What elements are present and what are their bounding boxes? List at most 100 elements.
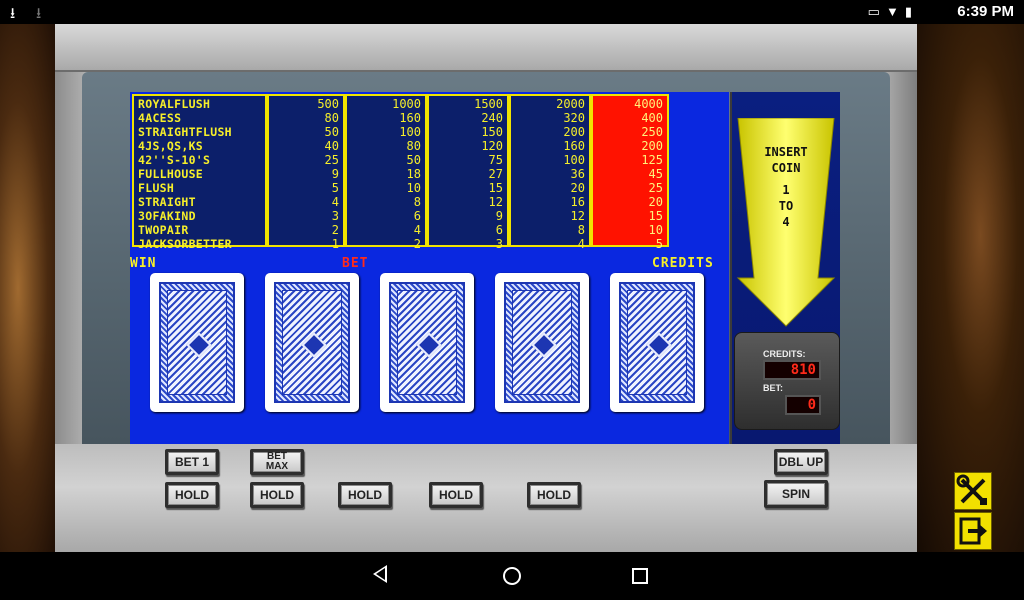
- wifi-icon: ▼: [885, 4, 905, 19]
- paytable-payout: 45: [648, 167, 663, 181]
- paytable-column-bet2: 1000 160 100 80 50 18 10 8 6 4 2: [345, 94, 427, 251]
- paytable-payout: 2: [331, 223, 339, 237]
- hold-button-2[interactable]: HOLD: [250, 482, 304, 508]
- card-4[interactable]: [495, 273, 589, 412]
- paytable-payout: 500: [317, 97, 339, 111]
- paytable-payout: 9: [495, 209, 503, 223]
- credits-label: CREDITS: [652, 256, 714, 271]
- paytable-payout: 15: [488, 181, 503, 195]
- hold-button-1[interactable]: HOLD: [165, 482, 219, 508]
- bet-max-button[interactable]: BET MAX: [250, 449, 304, 475]
- paytable-payout: 4: [413, 223, 421, 237]
- card-3[interactable]: [380, 273, 474, 412]
- home-icon[interactable]: [503, 567, 521, 585]
- win-label: WIN: [130, 256, 157, 271]
- battery-icon: ▮: [904, 4, 918, 19]
- paytable-payout: 12: [488, 195, 503, 209]
- paytable-payout: 12: [570, 209, 585, 223]
- side-panel: INSERT COIN 1 TO 4 CREDITS: 810 BET: 0: [730, 92, 840, 446]
- paytable-payout: 1000: [392, 97, 421, 111]
- paytable-payout: 2: [413, 237, 421, 251]
- insert-coin-text: INSERT COIN 1 TO 4: [736, 144, 836, 230]
- paytable-hand-name: STRAIGHT: [138, 195, 196, 209]
- paytable-payout: 5: [331, 181, 339, 195]
- paytable-payout: 50: [324, 125, 339, 139]
- paytable-payout: 9: [331, 167, 339, 181]
- exit-icon: [959, 517, 987, 545]
- spin-button[interactable]: SPIN: [764, 480, 828, 508]
- paytable-payout: 75: [488, 153, 503, 167]
- paytable-payout: 4000: [634, 97, 663, 111]
- paytable-payout: 100: [563, 153, 585, 167]
- paytable-payout: 125: [641, 153, 663, 167]
- clock: 6:39 PM: [957, 3, 1014, 20]
- card-1[interactable]: [150, 273, 244, 412]
- bet-meter-label: BET:: [763, 383, 783, 393]
- paytable-hand-name: 3OFAKIND: [138, 209, 196, 223]
- system-icons: ▭▼▮: [868, 4, 918, 20]
- paytable-payout: 160: [399, 111, 421, 125]
- bet-label: BET: [342, 256, 369, 271]
- card-2[interactable]: [265, 273, 359, 412]
- paytable-payout: 200: [641, 139, 663, 153]
- paytable-payout: 150: [481, 125, 503, 139]
- paytable-payout: 400: [641, 111, 663, 125]
- download-icon: ⭳: [10, 5, 16, 22]
- paytable-hand-name: 4ACESS: [138, 111, 182, 125]
- double-up-button[interactable]: DBL UP: [774, 449, 828, 475]
- insert-coin-arrow: INSERT COIN 1 TO 4: [736, 117, 836, 328]
- paytable-payout: 40: [324, 139, 339, 153]
- paytable-payout: 3: [331, 209, 339, 223]
- paytable-payout: 8: [413, 195, 421, 209]
- paytable-payout: 100: [399, 125, 421, 139]
- hold-button-4[interactable]: HOLD: [429, 482, 483, 508]
- paytable-payout: 25: [648, 181, 663, 195]
- paytable-column-bet1: 500 80 50 40 25 9 5 4 3 2 1: [267, 94, 345, 251]
- paytable-payout: 25: [324, 153, 339, 167]
- paytable-payout: 250: [641, 125, 663, 139]
- cast-icon: ▭: [867, 4, 886, 19]
- tools-icon: [956, 474, 987, 505]
- paytable-payout: 4: [577, 237, 585, 251]
- exit-button[interactable]: [954, 512, 992, 550]
- paytable-payout: 200: [563, 125, 585, 139]
- bet-meter-value: 0: [785, 395, 821, 415]
- paytable-payout: 1500: [474, 97, 503, 111]
- paytable-hand-name: FLUSH: [138, 181, 175, 195]
- paytable-payout: 20: [648, 195, 663, 209]
- hold-button-3[interactable]: HOLD: [338, 482, 392, 508]
- paytable-payout: 120: [481, 139, 503, 153]
- paytable-column-bet4: 2000 320 200 160 100 36 20 16 12 8 4: [509, 94, 591, 251]
- download-icon: ⭳: [36, 5, 42, 22]
- paytable-payout: 27: [488, 167, 503, 181]
- recent-apps-icon[interactable]: [632, 568, 648, 584]
- status-bar: ⭳ ⭳ ▭▼▮ 6:39 PM: [0, 0, 1024, 24]
- paytable-payout: 320: [563, 111, 585, 125]
- back-icon[interactable]: [373, 565, 387, 583]
- paytable-payout: 15: [648, 209, 663, 223]
- meter-panel: CREDITS: 810 BET: 0: [734, 332, 840, 430]
- paytable-payout: 4: [331, 195, 339, 209]
- game-screen: ROYALFLUSH 4ACESS STRAIGHTFLUSH 4JS,QS,KS 42…: [130, 92, 729, 446]
- casino-background-left: [0, 24, 60, 552]
- paytable-payout: 160: [563, 139, 585, 153]
- paytable-payout: 1: [331, 237, 339, 251]
- insert-coin-line2: COIN: [771, 161, 801, 175]
- bet-1-button[interactable]: BET 1: [165, 449, 219, 475]
- settings-tools-button[interactable]: [954, 472, 992, 510]
- paytable-payout: 10: [406, 181, 421, 195]
- paytable: ROYALFLUSH 4ACESS STRAIGHTFLUSH 4JS,QS,KS 42…: [132, 94, 669, 251]
- paytable-payout: 16: [570, 195, 585, 209]
- paytable-payout: 20: [570, 181, 585, 195]
- paytable-hand-name: 42''S-10'S: [138, 153, 211, 167]
- insert-coin-line5: 4: [782, 215, 790, 229]
- paytable-hand-name: 4JS,QS,KS: [138, 139, 204, 153]
- paytable-payout: 8: [577, 223, 585, 237]
- paytable-payout: 36: [570, 167, 585, 181]
- paytable-hand-name: ROYALFLUSH: [138, 97, 211, 111]
- paytable-column-bet3: 1500 240 150 120 75 27 15 12 9 6 3: [427, 94, 509, 251]
- paytable-payout: 2000: [556, 97, 585, 111]
- card-5[interactable]: [610, 273, 704, 412]
- paytable-payout: 6: [495, 223, 503, 237]
- hold-button-5[interactable]: HOLD: [527, 482, 581, 508]
